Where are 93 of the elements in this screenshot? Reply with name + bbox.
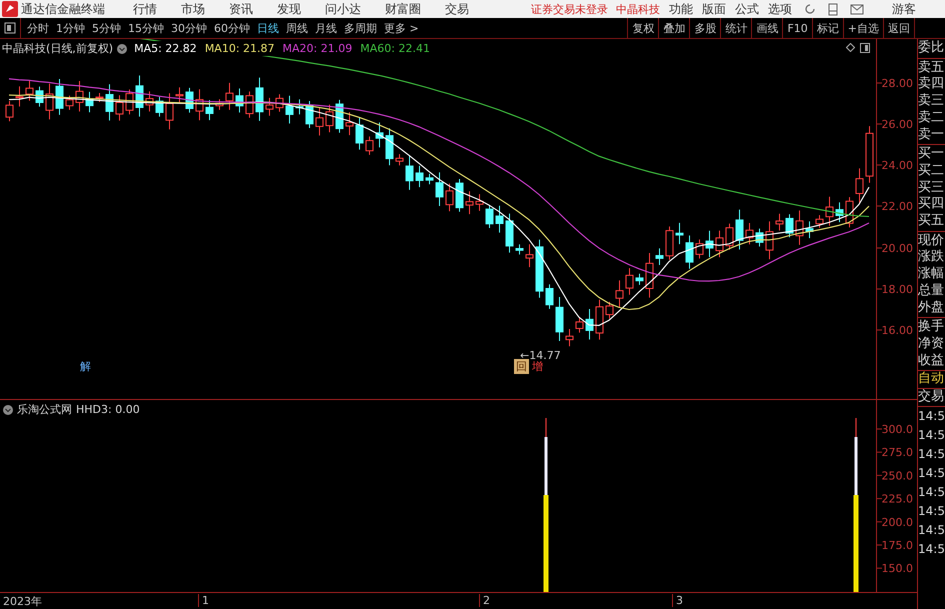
auto-mode-tab[interactable]: 自动	[918, 371, 945, 390]
trade-time: 14:5	[918, 446, 945, 463]
refresh-icon[interactable]	[804, 3, 816, 15]
indicator-axis-label: 275.0	[882, 446, 913, 460]
quote-field-label: 卖四	[918, 76, 945, 93]
low-price-label: ←14.77	[520, 349, 561, 362]
app-logo-icon	[2, 1, 18, 17]
indicator-title: 乐淘公式网	[17, 402, 72, 417]
moving-average-label: MA5: 22.82	[133, 42, 198, 55]
quote-field-label: 卖三	[918, 93, 945, 110]
period-tab[interactable]: 更多 >	[384, 20, 419, 36]
user-label[interactable]: 游客	[892, 0, 916, 18]
quote-field-label: 卖一	[918, 126, 945, 144]
period-tab[interactable]: 30分钟	[171, 20, 207, 36]
menu-item[interactable]: 问小达	[325, 0, 361, 18]
menu-item[interactable]: 版面	[702, 0, 726, 18]
moving-average-label: MA60: 22.41	[359, 42, 431, 55]
trade-time: 14:5	[918, 484, 945, 501]
period-tab[interactable]: 日线	[257, 20, 279, 36]
quote-field-label: 涨跌	[918, 249, 945, 266]
panel-toggle-icon[interactable]	[4, 18, 21, 38]
price-axis-label: 22.00	[882, 200, 913, 213]
price-axis-label: 24.00	[882, 159, 913, 172]
dropdown-icon[interactable]	[117, 44, 128, 54]
date-axis-label: 2023年	[2, 594, 42, 609]
indicator-axis-label: 150.0	[882, 562, 913, 576]
period-tab[interactable]: 15分钟	[128, 20, 164, 36]
diamond-icon[interactable]	[846, 43, 855, 53]
price-axis-label: 28.00	[882, 77, 913, 90]
indicator-value: HHD3: 0.00	[76, 403, 140, 416]
indicator-axis-label: 300.0	[882, 423, 913, 436]
indicator-axis-label: 225.0	[882, 492, 913, 506]
moving-average-label: MA20: 21.09	[282, 42, 354, 55]
quote-field-label: 外盘	[918, 300, 945, 316]
moving-average-label: MA10: 21.87	[204, 42, 276, 55]
price-axis-label: 16.00	[882, 324, 913, 337]
menu-item[interactable]: 交易	[445, 0, 469, 18]
chart-title: 中晶科技(日线,前复权)	[2, 41, 114, 56]
date-axis-label: 2	[479, 594, 490, 607]
menu-item[interactable]: 行情	[133, 0, 157, 18]
trade-login-notice: 证券交易未登录	[531, 2, 608, 16]
period-tab[interactable]: 周线	[286, 20, 308, 36]
menu-item[interactable]: 公式	[735, 0, 759, 18]
period-tab[interactable]: 60分钟	[214, 20, 250, 36]
app-title: 通达信金融终端	[21, 0, 106, 18]
period-tab[interactable]: 分时	[27, 20, 49, 36]
price-axis-label: 20.00	[882, 242, 913, 255]
quote-field-label: 买一	[918, 146, 945, 163]
signal-marker: 回	[514, 359, 529, 374]
quote-field-label: 收益	[918, 352, 945, 370]
mail-icon[interactable]	[850, 4, 864, 14]
quote-field-label: 卖五	[918, 60, 945, 76]
price-axis-label: 18.00	[882, 283, 913, 296]
trade-time: 14:5	[918, 464, 945, 482]
period-tab[interactable]: 月线	[315, 20, 337, 36]
indicator-axis-label: 175.0	[882, 539, 913, 552]
stock-name: 中晶科技	[616, 2, 660, 16]
unlock-marker: 解	[80, 360, 91, 373]
menu-item[interactable]: 资讯	[229, 0, 253, 18]
quote-field-label: 买四	[918, 196, 945, 214]
trade-time: 14:5	[918, 540, 945, 558]
period-tab[interactable]: 多周期	[344, 20, 377, 36]
quote-field-label: 买三	[918, 180, 945, 196]
trade-time: 14:5	[918, 502, 945, 520]
menu-item[interactable]: 选项	[768, 0, 792, 18]
menu-item[interactable]: 财富圈	[385, 0, 421, 18]
price-axis-label: 26.00	[882, 118, 913, 131]
indicator-axis-label: 200.0	[882, 516, 913, 529]
period-tab[interactable]: 5分钟	[92, 20, 121, 36]
menu-item[interactable]: 发现	[277, 0, 301, 18]
indicator-axis-label: 250.0	[882, 469, 913, 482]
quote-field-label: 总量	[918, 282, 945, 300]
quote-field-label: 卖二	[918, 110, 945, 127]
phone-icon[interactable]	[828, 2, 838, 16]
quote-field-label: 买五	[918, 213, 945, 230]
period-tab[interactable]: 1分钟	[56, 20, 85, 36]
date-axis-label: 3	[672, 594, 683, 607]
menu-item[interactable]: 功能	[669, 0, 693, 18]
signal-marker: 增	[532, 359, 543, 374]
quote-field-label: 净资	[918, 336, 945, 353]
menu-item[interactable]: 市场	[181, 0, 205, 18]
quote-field-label: 买二	[918, 162, 945, 180]
quote-field-label: 换手	[918, 319, 945, 336]
panel-toggle-icon[interactable]	[860, 43, 870, 53]
date-axis-label: 1	[198, 594, 209, 607]
quote-field-label: 涨幅	[918, 266, 945, 283]
quote-field-label: 委比	[918, 40, 945, 57]
trade-time: 14:5	[918, 426, 945, 444]
trade-header: 交易	[918, 389, 945, 407]
quote-field-label: 现价	[918, 232, 945, 250]
dropdown-icon[interactable]	[3, 404, 13, 414]
trade-time: 14:5	[918, 408, 945, 425]
trade-time: 14:5	[918, 522, 945, 539]
